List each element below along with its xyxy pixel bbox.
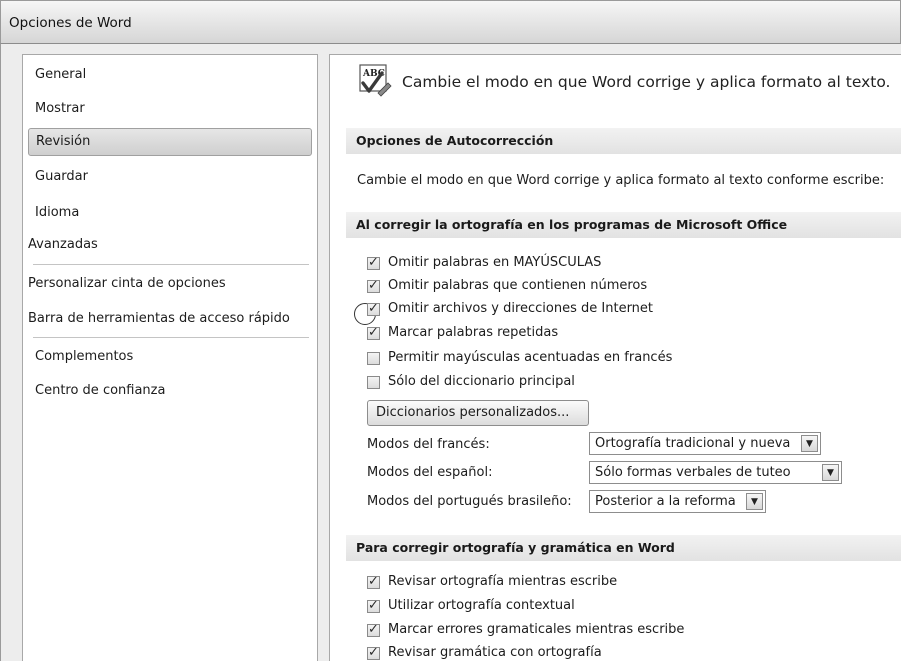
select-value: Sólo formas verbales de tuteo [595, 465, 791, 480]
checkbox[interactable]: ✓ [367, 325, 380, 340]
option-label: Omitir palabras que contienen números [388, 278, 648, 293]
checkbox[interactable]: ✓ [367, 598, 380, 613]
sidebar-divider [33, 264, 309, 265]
option-label: Marcar errores gramaticales mientras esc… [388, 622, 685, 637]
autocorrect-section-header: Opciones de Autocorrección [346, 128, 901, 154]
french-modes-label: Modos del francés: [367, 437, 490, 452]
option-label: Marcar palabras repetidas [388, 325, 559, 340]
custom-dictionaries-button[interactable]: Diccionarios personalizados... [367, 400, 589, 426]
checkmark-icon: ✓ [368, 574, 379, 589]
office-spelling-section-header: Al corregir la ortografía en los program… [346, 212, 901, 238]
option-label: Revisar ortografía mientras escribe [388, 574, 618, 589]
portuguese-modes-label: Modos del portugués brasileño: [367, 494, 572, 509]
sidebar-item-centro-confianza[interactable]: Centro de confianza [35, 383, 165, 398]
chevron-down-icon[interactable]: ▼ [746, 493, 763, 510]
portuguese-modes-select[interactable]: Posterior a la reforma ▼ [589, 490, 766, 513]
checkmark-icon: ✓ [368, 278, 379, 293]
sidebar-item-barra-acceso-rapido[interactable]: Barra de herramientas de acceso rápido [28, 311, 290, 326]
checkmark-icon: ✓ [368, 325, 379, 340]
title-bar: Opciones de Word [0, 0, 901, 44]
sidebar-item-idioma[interactable]: Idioma [35, 205, 79, 220]
option-label: Omitir archivos y direcciones de Interne… [388, 301, 654, 316]
checkmark-icon: ✓ [368, 255, 379, 270]
chevron-down-icon[interactable]: ▼ [801, 435, 818, 452]
abc-spellcheck-icon: ABC [359, 64, 392, 97]
select-value: Posterior a la reforma [595, 494, 736, 509]
chevron-down-icon[interactable]: ▼ [822, 464, 839, 481]
option-label: Permitir mayúsculas acentuadas en francé… [388, 350, 673, 365]
option-label: Utilizar ortografía contextual [388, 598, 575, 613]
window-title: Opciones de Word [9, 15, 132, 31]
checkbox[interactable]: ✓ [367, 622, 380, 637]
checkmark-icon: ✓ [368, 645, 379, 660]
sidebar-divider [33, 337, 309, 338]
checkbox[interactable]: ✓ [367, 301, 380, 316]
checkbox[interactable]: ✓ [367, 255, 380, 270]
option-label: Sólo del diccionario principal [388, 374, 575, 389]
spanish-modes-select[interactable]: Sólo formas verbales de tuteo ▼ [589, 461, 842, 484]
checkbox[interactable]: ✓ [367, 645, 380, 660]
options-sidebar: General Mostrar Revisión Guardar Idioma … [22, 54, 318, 661]
select-value: Ortografía tradicional y nueva [595, 436, 791, 451]
panel-header-text: Cambie el modo en que Word corrige y apl… [402, 73, 891, 91]
option-label: Omitir palabras en MAYÚSCULAS [388, 255, 602, 270]
sidebar-item-personalizar-cinta[interactable]: Personalizar cinta de opciones [28, 276, 226, 291]
checkbox[interactable]: ✓ [367, 574, 380, 589]
french-modes-select[interactable]: Ortografía tradicional y nueva ▼ [589, 432, 821, 455]
checkbox[interactable]: ✓ [367, 278, 380, 293]
checkmark-icon: ✓ [368, 598, 379, 613]
sidebar-item-guardar[interactable]: Guardar [35, 169, 88, 184]
checkmark-icon: ✓ [368, 622, 379, 637]
word-grammar-section-header: Para corregir ortografía y gramática en … [346, 535, 901, 561]
sidebar-item-complementos[interactable]: Complementos [35, 349, 133, 364]
checkbox[interactable] [367, 352, 380, 365]
sidebar-item-revision[interactable]: Revisión [28, 128, 312, 156]
sidebar-item-general[interactable]: General [35, 67, 86, 82]
option-label: Revisar gramática con ortografía [388, 645, 602, 660]
spanish-modes-label: Modos del español: [367, 465, 493, 480]
autocorrect-description: Cambie el modo en que Word corrige y apl… [357, 173, 885, 188]
sidebar-item-avanzadas[interactable]: Avanzadas [28, 237, 98, 252]
sidebar-item-mostrar[interactable]: Mostrar [35, 101, 85, 116]
checkmark-icon: ✓ [368, 301, 379, 316]
checkbox[interactable] [367, 376, 380, 389]
revision-panel: ABC Cambie el modo en que Word corrige y… [329, 54, 901, 661]
